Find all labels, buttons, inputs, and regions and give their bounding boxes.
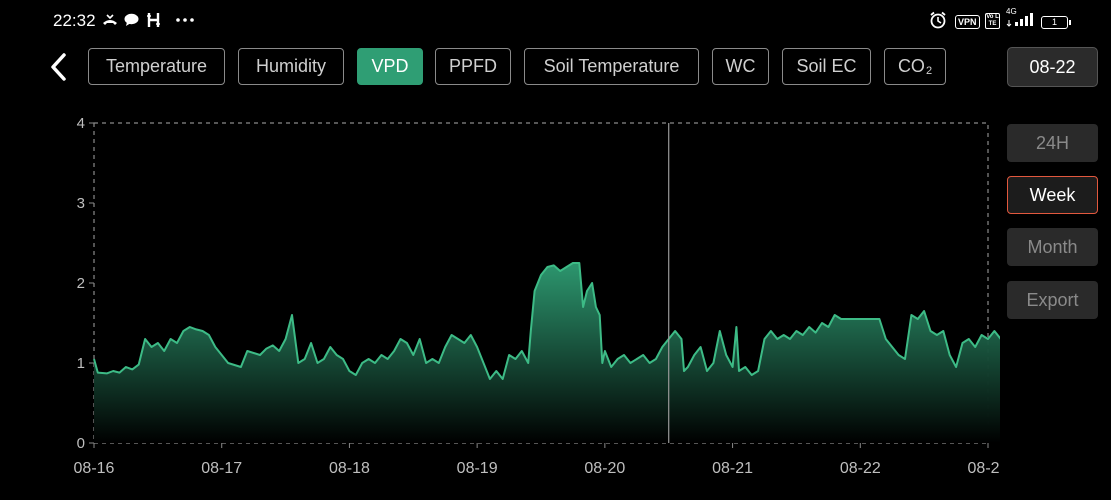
volte-icon: Vo LTE [985, 13, 1000, 29]
range-month-button[interactable]: Month [1007, 228, 1098, 266]
back-button[interactable] [44, 48, 72, 86]
x-axis: 08-16 08-17 08-18 08-19 08-20 08-21 08-22 08-23 [74, 443, 1000, 477]
y-tick-label: 4 [77, 115, 85, 132]
x-tick-label: 08-22 [840, 460, 881, 477]
tab-co2[interactable]: CO 2 [884, 48, 946, 85]
missed-call-icon [102, 10, 118, 30]
y-axis: 0 1 2 3 4 [77, 115, 94, 452]
vpn-icon: VPN [955, 12, 980, 32]
x-tick-label: 08-20 [584, 460, 625, 477]
battery-icon: 1 [1041, 12, 1071, 32]
chat-icon [124, 10, 139, 30]
x-tick-label: 08-21 [712, 460, 753, 477]
series-area [94, 263, 1000, 443]
signal-icon: 4G [1006, 8, 1036, 28]
x-tick-label: 08-23 [968, 460, 1000, 477]
tab-ppfd[interactable]: PPFD [435, 48, 511, 85]
tab-wc[interactable]: WC [712, 48, 769, 85]
more-dots-icon [175, 10, 195, 30]
x-tick-label: 08-17 [201, 460, 242, 477]
tab-soil-temperature[interactable]: Soil Temperature [524, 48, 699, 85]
x-tick-label: 08-19 [457, 460, 498, 477]
tab-vpd[interactable]: VPD [357, 48, 423, 85]
y-tick-label: 3 [77, 195, 85, 212]
tab-temperature[interactable]: Temperature [88, 48, 225, 85]
range-24h-button[interactable]: 24H [1007, 124, 1098, 162]
x-tick-label: 08-16 [74, 460, 115, 477]
date-picker-button[interactable]: 08-22 [1007, 47, 1098, 87]
y-tick-label: 0 [77, 435, 85, 452]
export-button[interactable]: Export [1007, 281, 1098, 319]
tab-humidity[interactable]: Humidity [238, 48, 344, 85]
range-week-button[interactable]: Week [1007, 176, 1098, 214]
h-app-icon [147, 10, 161, 30]
vpd-chart[interactable]: 0 1 2 3 4 08-16 08-17 08-18 08-19 08-20 08-21 08-2… [0, 110, 1000, 490]
network-type: 4G [1006, 7, 1017, 16]
back-arrow-icon [51, 53, 66, 81]
x-tick-label: 08-18 [329, 460, 370, 477]
y-tick-label: 2 [77, 275, 85, 292]
status-bar: 22:32 VPN Vo LTE 4G 1 [0, 0, 1111, 40]
y-tick-label: 1 [77, 355, 85, 372]
tab-soil-ec[interactable]: Soil EC [782, 48, 871, 85]
status-time: 22:32 [53, 11, 96, 30]
alarm-icon [929, 10, 947, 30]
